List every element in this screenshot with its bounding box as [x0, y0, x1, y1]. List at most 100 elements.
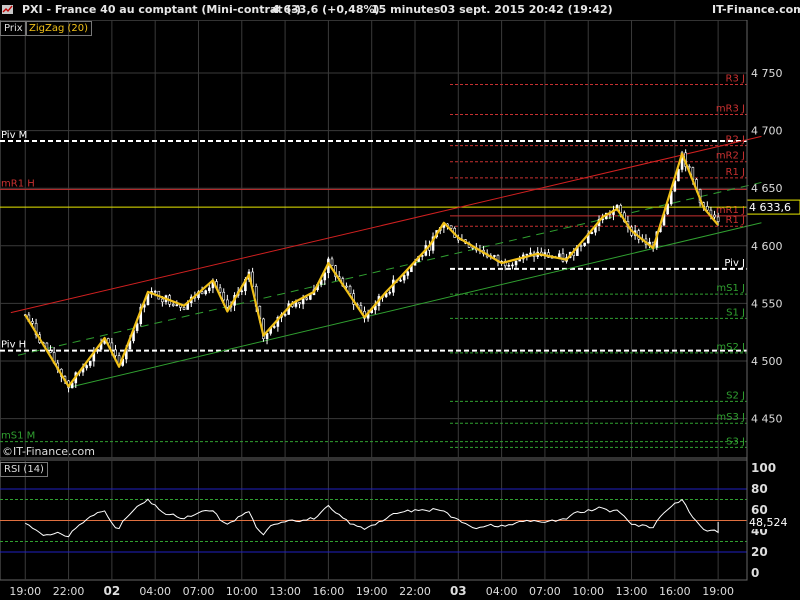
x-tick-label: 16:00 [659, 585, 691, 598]
candle-body [182, 307, 186, 310]
candle-body [305, 297, 309, 300]
title-bar: PXI - France 40 au comptant (Mini-contra… [0, 0, 800, 20]
candle-body [507, 264, 511, 267]
level-label: R1 J [726, 167, 745, 178]
candle-body [330, 258, 334, 267]
candle-body [208, 287, 211, 291]
y-tick-label: 4 700 [751, 125, 783, 138]
chart-window: 19:00 22:00 02 04:00 07:00 10:00 13:00 16:00 19:… [0, 0, 800, 600]
x-tick-label: 13:00 [269, 585, 301, 598]
x-tick-label: 07:00 [529, 585, 561, 598]
candle-body [265, 333, 269, 340]
candle-body [171, 304, 175, 306]
last-price-change: 4 633,6 (+0,48%) [272, 3, 380, 16]
tab-prix[interactable]: Prix [0, 21, 27, 36]
candle-body [449, 225, 453, 229]
datetime-label: 03 sept. 2015 20:42 (19:42) [440, 3, 613, 16]
x-tick-label: 16:00 [313, 585, 345, 598]
level-label: Piv H [1, 340, 26, 351]
watermark: ©IT-Finance.com [2, 445, 95, 458]
chart-app-icon [2, 5, 13, 14]
level-label: Piv J [724, 258, 745, 269]
indicator-rsi-label[interactable]: RSI (14) [0, 462, 48, 477]
y-tick-label: 4 500 [751, 355, 783, 368]
x-tick-label: 22:00 [399, 585, 431, 598]
candle-body [713, 214, 716, 218]
candle-body [511, 264, 514, 267]
x-tick-label: 10:00 [572, 585, 604, 598]
candle-body [240, 290, 244, 293]
level-label: mR1 H [1, 178, 35, 189]
level-label: mS2 J [716, 342, 745, 353]
candle-body [200, 291, 204, 295]
x-tick-label: 03 [450, 584, 467, 598]
candle-body [222, 291, 226, 301]
x-tick-label: 13:00 [616, 585, 648, 598]
level-label: mS3 J [716, 412, 745, 423]
candle-body [525, 253, 529, 256]
candle-body [561, 253, 565, 262]
candle-body [161, 298, 164, 303]
candle-body [153, 290, 157, 293]
candle-body [583, 242, 586, 246]
candle-body [345, 285, 348, 288]
candle-body [204, 290, 207, 295]
candle-body [493, 255, 496, 257]
y-tick-label: 4 450 [751, 413, 783, 426]
x-tick-label: 02 [104, 584, 121, 598]
level-label: S1 J [726, 307, 745, 318]
candle-body [114, 349, 117, 356]
rsi-y-tick-label: 20 [751, 545, 768, 559]
candle-body [388, 291, 392, 294]
candle-body [579, 245, 583, 247]
y-tick-label: 4 550 [751, 297, 783, 310]
candle-body [49, 350, 52, 353]
candle-body [218, 287, 222, 293]
candle-body [88, 360, 92, 366]
candle-body [283, 314, 287, 316]
last-price-tag: 4 633,6 [746, 199, 800, 215]
candle-body [309, 294, 312, 300]
candle-body [272, 326, 276, 328]
x-tick-label: 19:00 [9, 585, 41, 598]
candle-body [31, 321, 34, 324]
last-price-value: 4 633,6 [749, 201, 791, 214]
rsi-y-tick-label: 0 [751, 566, 759, 580]
rsi-y-tick-label: 100 [751, 461, 776, 475]
candle-body [716, 216, 720, 222]
symbol-title: PXI - France 40 au comptant (Mini-contra… [22, 3, 302, 16]
x-tick-label: 10:00 [226, 585, 258, 598]
indicator-zigzag-label[interactable]: ZigZag (20) [25, 21, 93, 36]
rsi-last-value: 48,524 [749, 516, 788, 529]
candle-body [402, 275, 406, 281]
source-label: IT-Finance.com [712, 3, 800, 16]
x-tick-label: 19:00 [702, 585, 734, 598]
x-tick-label: 22:00 [53, 585, 85, 598]
level-label: mR1 J [716, 205, 745, 216]
candle-body [514, 260, 518, 266]
rsi-last-value-tag: 48,524 [747, 515, 800, 530]
candle-body [85, 365, 88, 369]
candle-body [558, 253, 561, 258]
candle-body [529, 252, 532, 255]
level-label: mS1 J [716, 283, 745, 294]
x-tick-label: 04:00 [486, 585, 518, 598]
y-tick-label: 4 750 [751, 67, 783, 80]
level-label: mS1 M [1, 431, 35, 442]
candle-body [406, 271, 410, 276]
candle-body [175, 304, 179, 307]
candle-body [298, 302, 301, 305]
chart-canvas[interactable]: 19:00 22:00 02 04:00 07:00 10:00 13:00 16:00 19:… [0, 0, 800, 600]
candle-body [399, 279, 402, 282]
y-tick-label: 4 600 [751, 240, 783, 253]
level-label: R3 J [726, 74, 745, 85]
candle-body [226, 299, 229, 308]
level-label: mR2 J [716, 151, 745, 162]
level-label: Piv M [1, 130, 27, 141]
rsi-y-tick-label: 60 [751, 503, 768, 517]
interval-label: 15 minutes [371, 3, 441, 16]
rsi-y-tick-label: 80 [751, 482, 768, 496]
level-label: R1 J [726, 215, 745, 226]
level-label: mR3 J [716, 103, 745, 114]
level-label: S2 J [726, 390, 745, 401]
